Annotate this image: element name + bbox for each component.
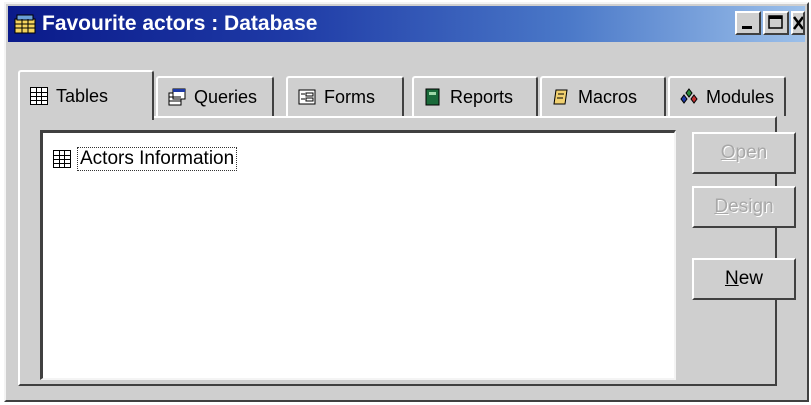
minimize-icon[interactable] [735,11,761,35]
new-button[interactable]: New [692,258,796,300]
tab-label: Forms [324,86,375,107]
tab-forms[interactable]: Forms [286,76,404,116]
tab-queries[interactable]: Queries [156,76,274,116]
report-icon [424,88,442,106]
object-tabs: Tables Queries Forms Reports Macros Modu… [18,70,786,120]
tab-label: Queries [194,86,258,107]
open-mnemonic: O [720,142,736,163]
query-icon [168,88,186,106]
close-icon[interactable] [791,11,805,35]
table-list[interactable]: Actors Information [40,130,676,380]
table-icon [30,87,48,105]
module-icon [680,88,698,106]
window-title: Favourite actors : Database [42,12,318,35]
new-mnemonic: N [724,268,739,289]
design-label-rest: esign [728,196,774,217]
macro-icon [552,88,570,106]
database-window-icon [14,14,36,34]
database-window: Favourite actors : Database Tables Queri… [4,2,809,402]
table-icon [53,150,71,168]
title-bar[interactable]: Favourite actors : Database [8,6,805,42]
new-label-rest: ew [738,268,764,289]
open-label-rest: pen [735,142,768,163]
tab-panel-tables: Actors Information Open Design New [18,116,796,386]
list-item[interactable]: Actors Information [53,147,238,171]
maximize-icon[interactable] [763,11,789,35]
tab-modules[interactable]: Modules [668,76,786,116]
tab-label: Reports [450,86,514,107]
open-button[interactable]: Open [692,132,796,174]
design-mnemonic: D [714,196,729,217]
design-button[interactable]: Design [692,186,796,228]
tab-label: Tables [56,85,109,106]
list-item-label: Actors Information [77,147,238,171]
tab-reports[interactable]: Reports [412,76,538,116]
tab-macros[interactable]: Macros [540,76,666,116]
tab-label: Macros [578,86,638,107]
tab-tables[interactable]: Tables [18,70,154,120]
form-icon [298,88,316,106]
tab-label: Modules [706,86,775,107]
